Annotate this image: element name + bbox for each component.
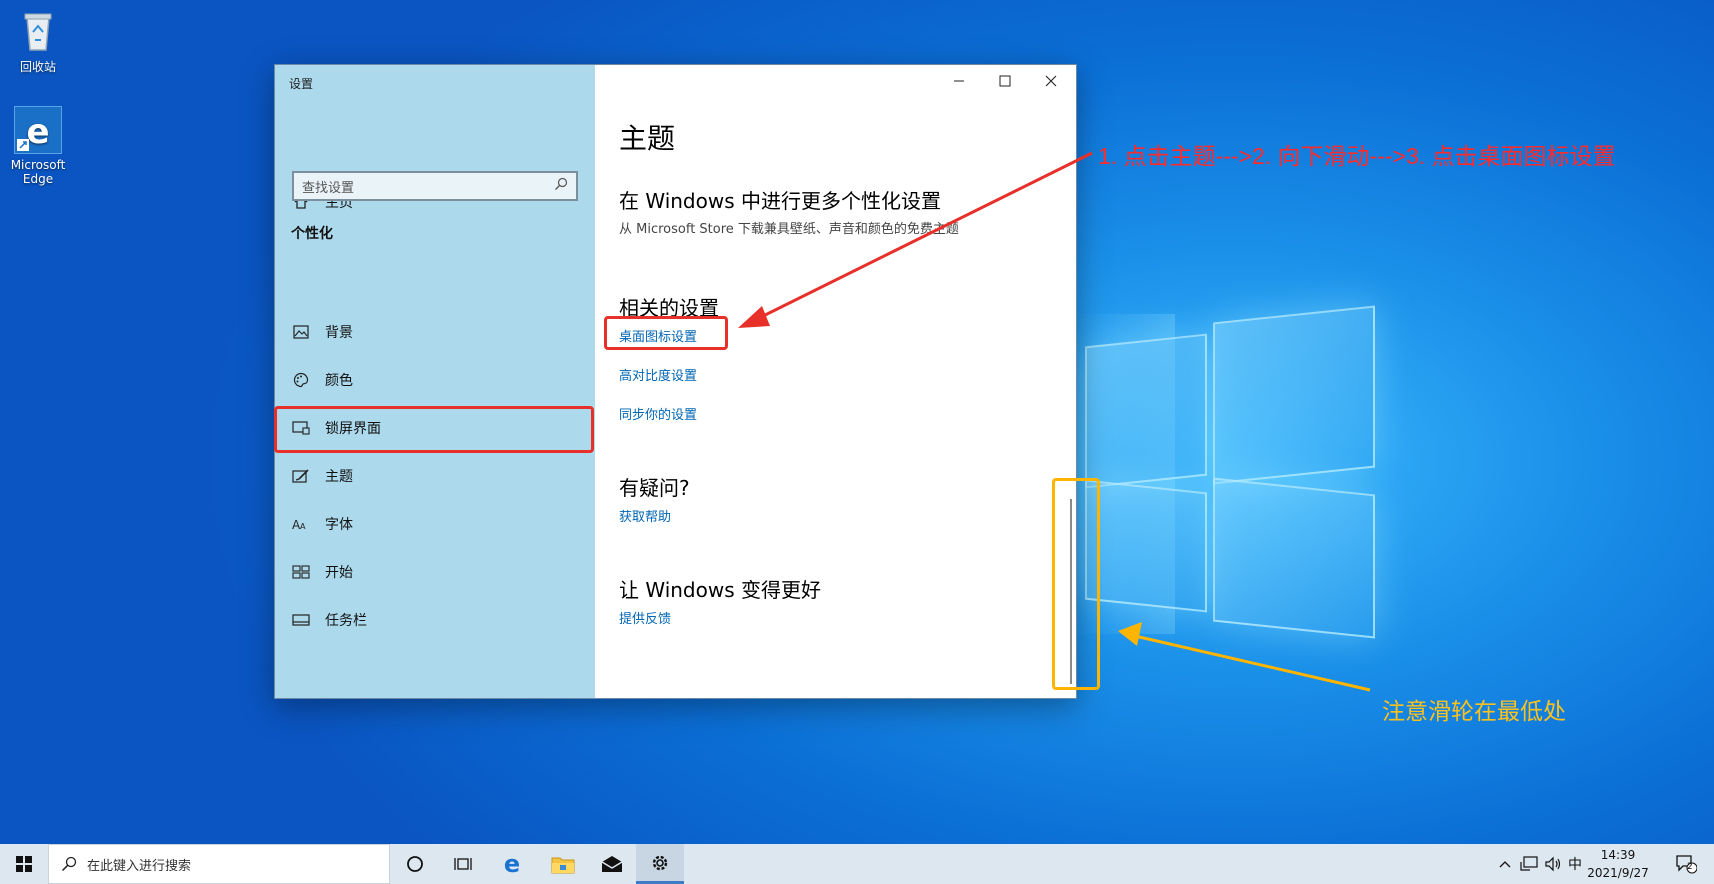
red-arrow-head — [738, 306, 770, 328]
chevron-up-icon — [1499, 861, 1511, 868]
volume-icon — [1545, 856, 1561, 872]
mail-icon — [601, 856, 623, 872]
cortana-button[interactable] — [391, 844, 439, 884]
edge-icon: e — [504, 852, 520, 876]
taskbar-mail-button[interactable] — [588, 844, 636, 884]
network-icon — [1520, 856, 1538, 871]
volume-button[interactable] — [1542, 844, 1564, 884]
clock-time: 14:39 — [1600, 848, 1636, 862]
search-icon — [61, 856, 77, 872]
yellow-arrow-head — [1118, 622, 1142, 646]
taskbar-settings-button[interactable] — [636, 844, 684, 884]
taskbar-search-input[interactable]: 在此键入进行搜索 — [48, 844, 390, 884]
windows-start-icon — [16, 856, 32, 872]
cortana-icon — [407, 856, 423, 872]
notification-center-button[interactable]: 2 — [1666, 844, 1706, 884]
task-view-icon — [454, 858, 472, 870]
network-button[interactable] — [1518, 844, 1540, 884]
taskbar-search-placeholder: 在此键入进行搜索 — [87, 858, 192, 874]
notification-icon — [1676, 855, 1697, 874]
taskbar-clock[interactable]: 14:39 2021/9/27 — [1580, 846, 1656, 882]
file-explorer-icon — [551, 857, 575, 874]
taskbar-file-explorer-button[interactable] — [539, 844, 587, 884]
taskbar-edge-button[interactable]: e — [488, 844, 536, 884]
annotation-arrows — [738, 151, 1371, 692]
yellow-arrow — [1134, 634, 1371, 692]
start-button[interactable] — [0, 844, 48, 884]
clock-date: 2021/9/27 — [1587, 866, 1649, 880]
settings-icon — [652, 855, 668, 870]
annotation-steps-text: 1. 点击主题--->2. 向下滑动--->3. 点击桌面图标设置 — [1098, 143, 1616, 169]
tray-overflow-button[interactable] — [1496, 844, 1514, 884]
taskbar: 在此键入进行搜索 e 中 14:39 2021/9/27 2 — [0, 844, 1714, 884]
red-arrow — [754, 151, 1093, 322]
svg-text:e: e — [504, 852, 520, 876]
annotation-scroll-note: 注意滑轮在最低处 — [1382, 698, 1566, 724]
notification-count: 2 — [1687, 862, 1693, 872]
task-view-button[interactable] — [439, 844, 487, 884]
